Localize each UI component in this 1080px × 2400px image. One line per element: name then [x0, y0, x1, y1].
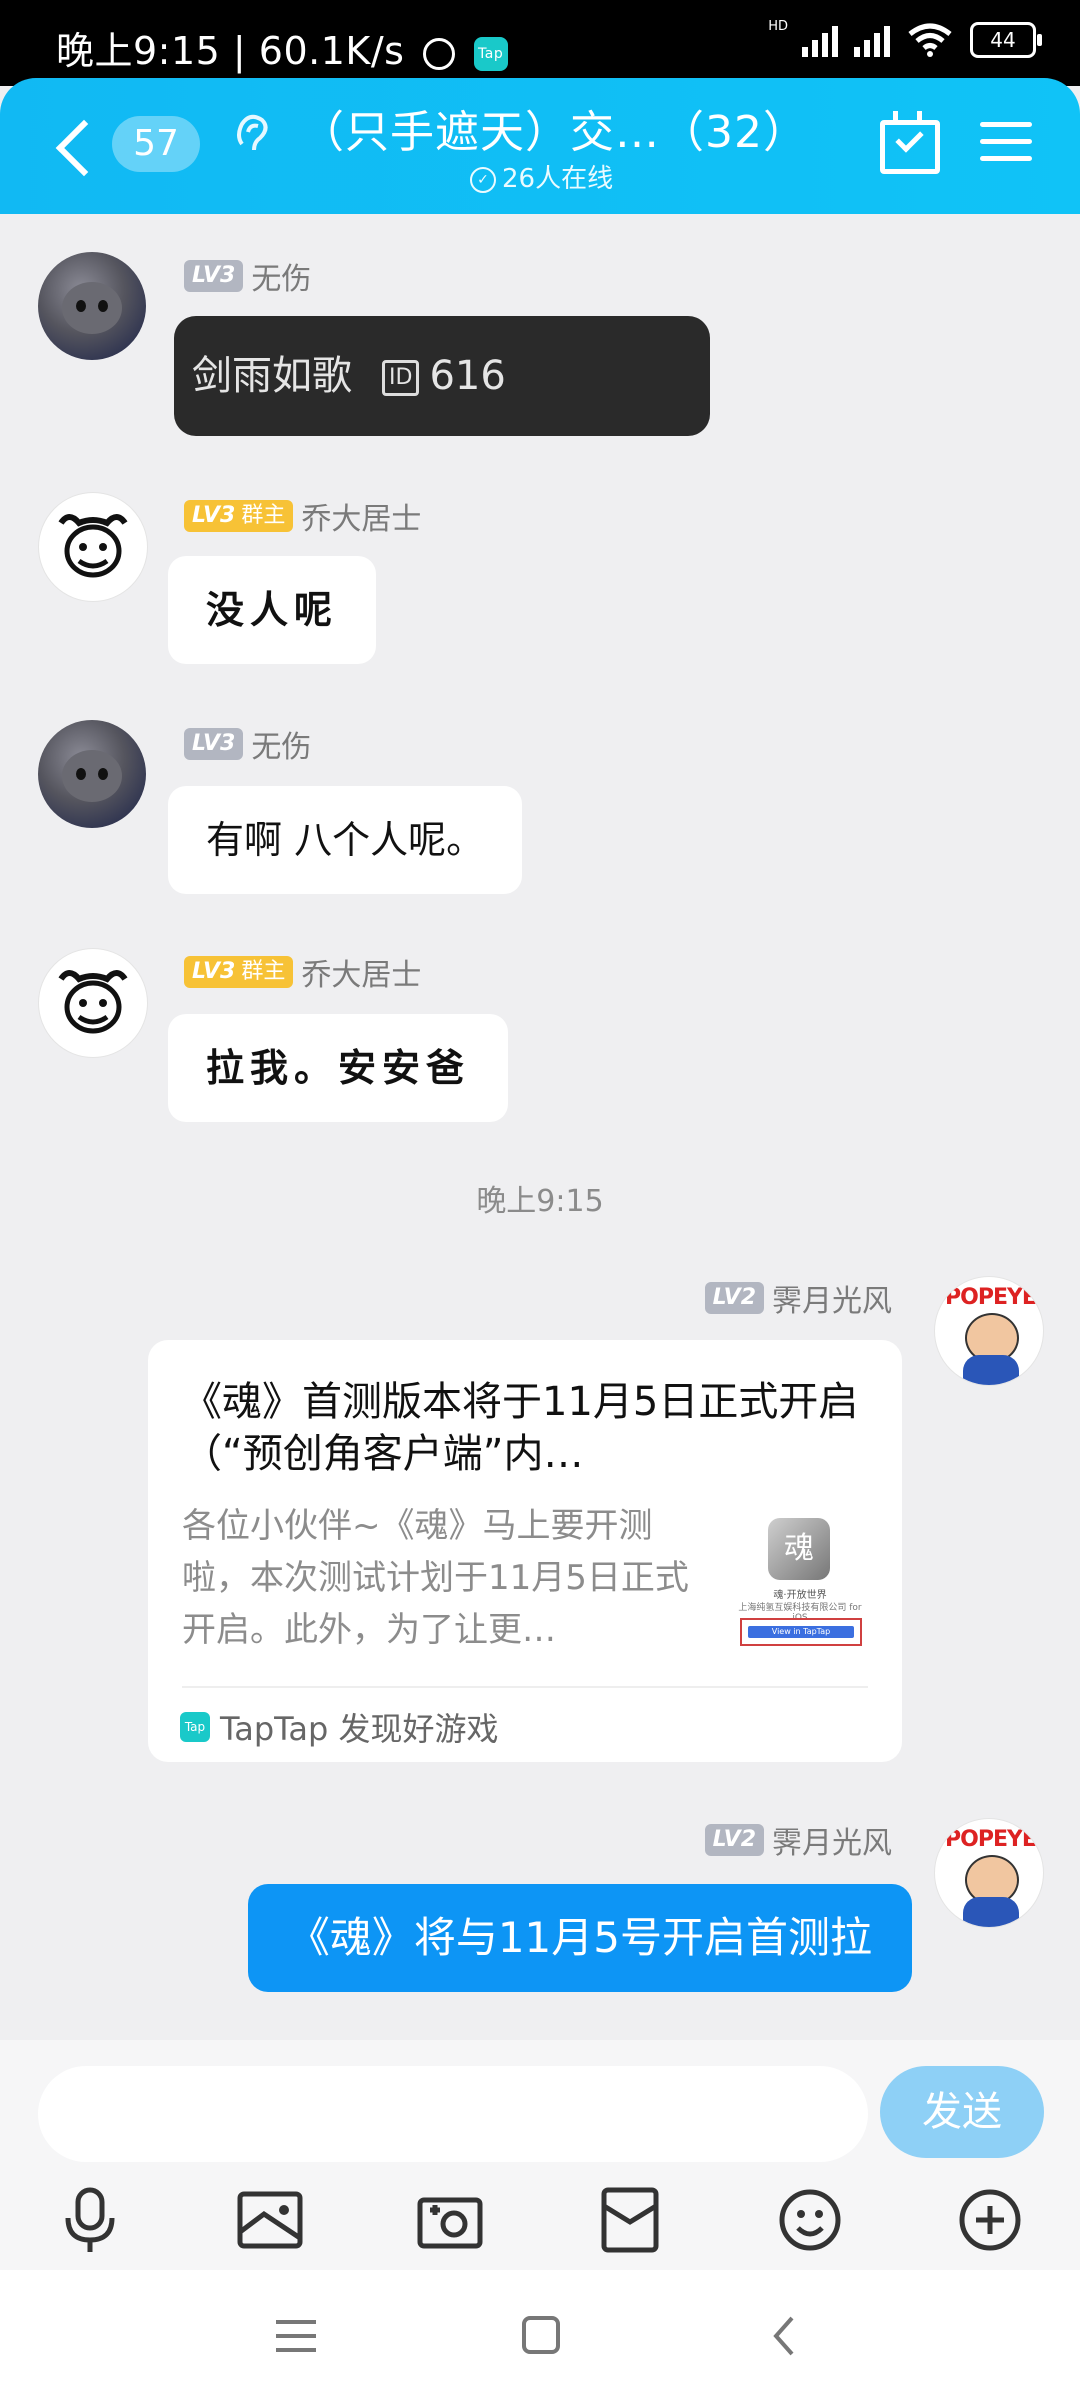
card-divider: [182, 1686, 868, 1688]
sender-name[interactable]: 无伤: [251, 722, 311, 766]
message-input[interactable]: [38, 2066, 868, 2162]
card-source-text: TapTap 发现好游戏: [220, 1710, 499, 1748]
chat-header: 57 （只手遮天）交…（32） ✓ 26人在线: [0, 78, 1080, 214]
shared-link-card[interactable]: 《魂》首测版本将于11月5日正式开启（“预创角客户端”内… 各位小伙伴~《魂》马…: [148, 1340, 902, 1762]
avatar-qiaodajushi[interactable]: [38, 948, 148, 1058]
sender-row: LV3 群主 乔大居士: [184, 494, 421, 538]
level-badge-owner: LV3 群主: [184, 956, 294, 988]
image-icon[interactable]: [234, 2184, 306, 2256]
sender-name[interactable]: 乔大居士: [301, 494, 421, 538]
message-bubble[interactable]: 有啊 八个人呢。: [168, 786, 523, 894]
earpiece-mode-icon[interactable]: [232, 110, 272, 168]
signal-icon-2: [854, 23, 890, 57]
sender-row: LV2 霁月光风: [704, 1818, 892, 1862]
image-message-text: 剑雨如歌: [192, 353, 352, 399]
input-bar: 发送: [0, 2040, 1080, 2270]
back-icon[interactable]: [55, 119, 113, 177]
status-icons: HD 44: [768, 18, 1042, 58]
signal-icon: [802, 23, 838, 57]
nav-back-icon[interactable]: [756, 2310, 816, 2362]
taptap-source-icon: Tap: [180, 1712, 210, 1742]
avatar-jiyueguangfeng[interactable]: POPEYE: [934, 1276, 1044, 1386]
sender-row: LV2 霁月光风: [704, 1276, 892, 1320]
outgoing-message-bubble[interactable]: 《魂》将与11月5号开启首测拉: [247, 1884, 912, 1992]
level-badge: LV3: [184, 260, 244, 292]
level-badge-owner: LV3 群主: [184, 500, 294, 532]
id-icon: ID: [382, 360, 420, 396]
card-thumbnail: 魂 魂·开放世界 上海纯氢互娱科技有限公司 for iOS View in Ta…: [730, 1512, 870, 1648]
sender-row: LV3 无伤: [184, 722, 311, 766]
online-check-icon: ✓: [470, 166, 496, 193]
avatar-text: POPEYE: [945, 1285, 1037, 1310]
sender-name[interactable]: 霁月光风: [772, 1818, 892, 1862]
status-time: 晚上9:15 | 60.1K/s Tap: [56, 20, 508, 75]
message-bubble[interactable]: 没人呢: [168, 556, 377, 664]
image-message[interactable]: 剑雨如歌 ID 616: [174, 316, 710, 436]
level-text: LV3: [192, 503, 236, 528]
thumb-button-label: View in TapTap: [748, 1626, 854, 1638]
level-text: LV3: [192, 959, 236, 984]
game-logo: 魂: [768, 1518, 830, 1580]
thumb-title: 魂·开放世界: [773, 1590, 827, 1601]
sender-name[interactable]: 霁月光风: [772, 1276, 892, 1320]
image-message-id: 616: [429, 353, 506, 399]
level-badge: LV3: [184, 728, 244, 760]
camera-icon[interactable]: [414, 2184, 486, 2256]
alarm-icon: [423, 37, 456, 70]
red-packet-icon[interactable]: [594, 2184, 666, 2256]
owner-role: 群主: [241, 959, 286, 984]
online-count-text: 26人在线: [502, 164, 614, 194]
level-badge: LV2: [704, 1282, 764, 1314]
recent-apps-icon[interactable]: [266, 2310, 326, 2362]
taptap-icon: Tap: [473, 36, 508, 71]
sender-row: LV3 群主 乔大居士: [184, 950, 421, 994]
message-timestamp: 晚上9:15: [476, 1184, 604, 1219]
wifi-icon: [908, 23, 952, 57]
status-bar: 晚上9:15 | 60.1K/s Tap HD 44: [0, 0, 1080, 86]
level-badge: LV2: [704, 1824, 764, 1856]
unread-count-badge[interactable]: 57: [112, 116, 200, 172]
card-source: Tap TapTap 发现好游戏: [180, 1704, 499, 1750]
owner-role: 群主: [241, 503, 286, 528]
sender-row: LV3 无伤: [184, 254, 311, 298]
microphone-icon[interactable]: [54, 2184, 126, 2256]
battery-icon: 44: [970, 22, 1042, 58]
message-bubble[interactable]: 拉我。安安爸: [168, 1014, 509, 1122]
status-time-text: 晚上9:15 | 60.1K/s: [56, 29, 405, 73]
sender-name[interactable]: 乔大居士: [301, 950, 421, 994]
calendar-check-icon[interactable]: [880, 111, 940, 174]
system-nav-bar: [0, 2270, 1080, 2400]
thumb-button: View in TapTap: [740, 1618, 862, 1646]
avatar-qiaodajushi[interactable]: [38, 492, 148, 602]
avatar-wushang[interactable]: [38, 720, 146, 828]
sender-name[interactable]: 无伤: [251, 254, 311, 298]
emoji-icon[interactable]: [774, 2184, 846, 2256]
hd-icon: HD: [768, 18, 788, 34]
home-icon[interactable]: [510, 2310, 570, 2362]
send-button[interactable]: 发送: [880, 2066, 1044, 2158]
online-count: ✓ 26人在线: [470, 158, 613, 195]
avatar-text: POPEYE: [945, 1827, 1037, 1852]
avatar-jiyueguangfeng[interactable]: POPEYE: [934, 1818, 1044, 1928]
card-title: 《魂》首测版本将于11月5日正式开启（“预创角客户端”内…: [182, 1379, 859, 1477]
avatar-wushang[interactable]: [38, 252, 146, 360]
group-title[interactable]: （只手遮天）交…（32）: [300, 96, 808, 160]
toolbar: [0, 2184, 1080, 2260]
card-description: 各位小伙伴~《魂》马上要开测啦，本次测试计划于11月5日正式开启。此外，为了让更…: [182, 1506, 689, 1650]
menu-icon[interactable]: [980, 122, 1032, 162]
plus-icon[interactable]: [954, 2184, 1026, 2256]
